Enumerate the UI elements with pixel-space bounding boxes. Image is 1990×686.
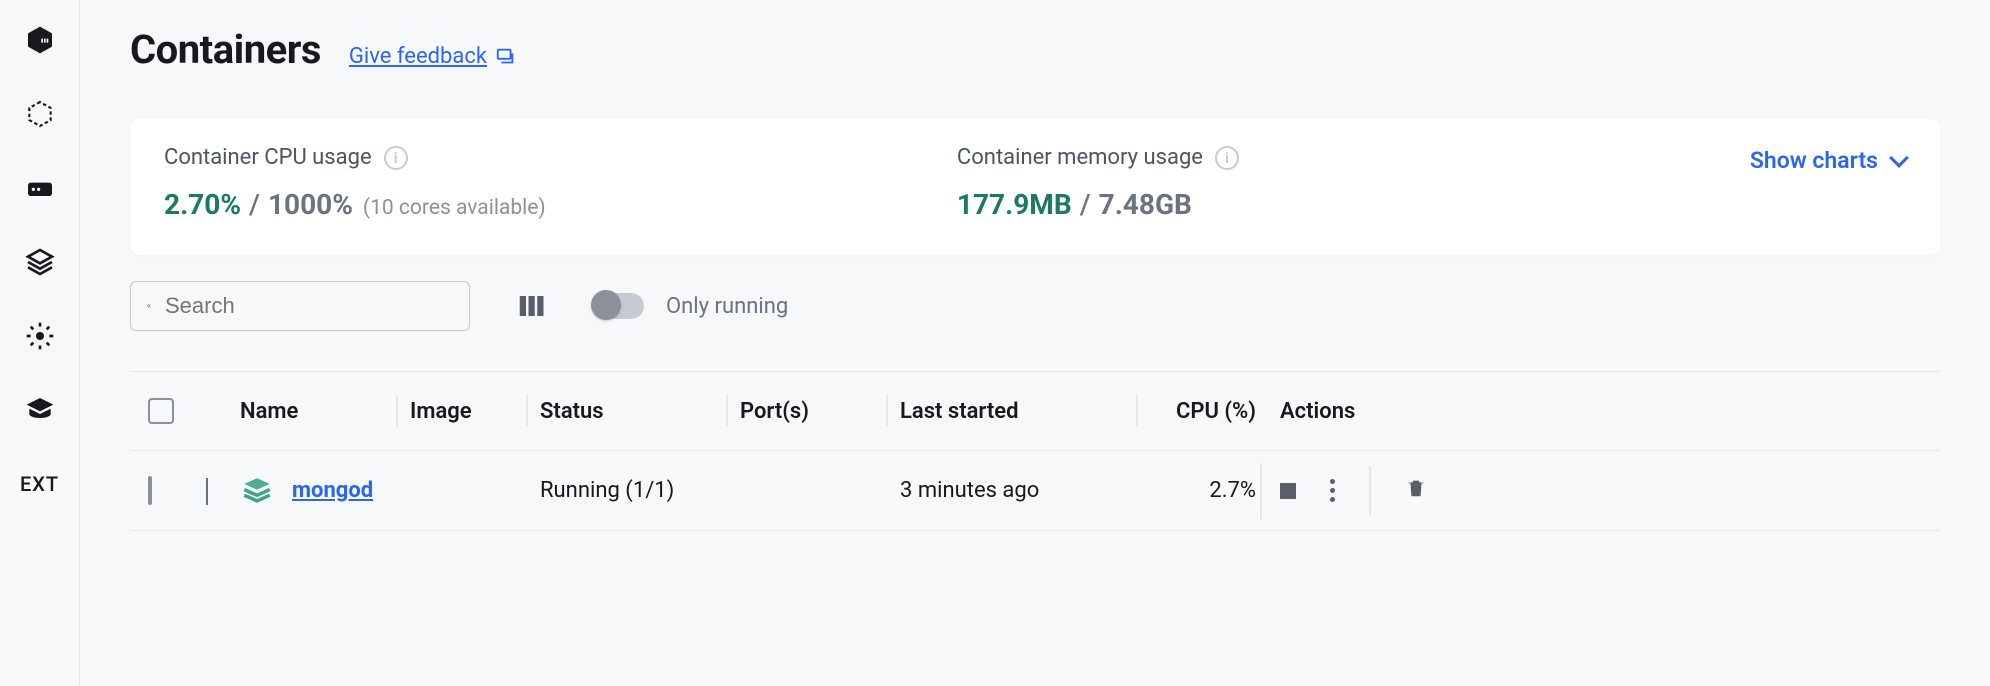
containers-table: Name Image Status Port(s) Last started C… xyxy=(130,371,1940,531)
info-icon[interactable]: i xyxy=(1215,146,1239,170)
th-ports[interactable]: Port(s) xyxy=(740,399,900,424)
cell-last-started: 3 minutes ago xyxy=(900,478,1150,503)
columns-button[interactable] xyxy=(516,291,546,321)
th-name[interactable]: Name xyxy=(240,399,410,424)
cell-status: Running (1/1) xyxy=(540,478,740,503)
mem-sep: / xyxy=(1080,188,1091,221)
show-charts-button[interactable]: Show charts xyxy=(1750,147,1906,174)
cpu-total: 1000% xyxy=(268,188,353,221)
th-image[interactable]: Image xyxy=(410,399,540,424)
info-icon[interactable]: i xyxy=(384,146,408,170)
give-feedback-link[interactable]: Give feedback xyxy=(349,44,517,69)
cell-actions xyxy=(1260,466,1490,516)
th-actions: Actions xyxy=(1260,399,1490,424)
feedback-icon xyxy=(495,46,517,68)
search-box[interactable] xyxy=(130,281,470,331)
columns-icon xyxy=(516,291,546,321)
actions-separator xyxy=(1369,466,1371,516)
table-row: mongod Running (1/1) 3 minutes ago 2.7% xyxy=(130,451,1940,531)
select-all-checkbox[interactable] xyxy=(148,398,174,424)
only-running-label: Only running xyxy=(666,294,788,319)
cpu-label: Container CPU usage xyxy=(164,145,372,170)
cpu-stat: Container CPU usage i 2.70% / 1000% (10 … xyxy=(164,145,957,221)
chevron-down-icon xyxy=(1889,148,1909,168)
search-input[interactable] xyxy=(165,293,453,319)
extensions-button[interactable]: EXT xyxy=(20,472,59,496)
search-icon xyxy=(147,294,151,318)
feedback-label: Give feedback xyxy=(349,44,487,69)
mem-stat: Container memory usage i 177.9MB / 7.48G… xyxy=(957,145,1750,221)
scout-icon[interactable] xyxy=(22,318,58,354)
only-running-toggle[interactable] xyxy=(592,293,644,319)
mem-label: Container memory usage xyxy=(957,145,1203,170)
containers-icon[interactable] xyxy=(22,22,58,58)
show-charts-label: Show charts xyxy=(1750,147,1878,174)
page-header: Containers Give feedback xyxy=(130,26,1940,73)
mem-total: 7.48GB xyxy=(1099,188,1192,221)
stop-button[interactable] xyxy=(1280,483,1296,499)
main-content: Containers Give feedback Container CPU u… xyxy=(80,0,1990,686)
only-running-toggle-group: Only running xyxy=(592,293,788,319)
controls-row: Only running xyxy=(130,281,1940,331)
sidebar: EXT xyxy=(0,0,80,686)
cpu-used: 2.70% xyxy=(164,188,241,221)
th-status[interactable]: Status xyxy=(540,399,740,424)
cpu-sep: / xyxy=(249,188,260,221)
delete-button[interactable] xyxy=(1405,475,1427,507)
stats-card: Container CPU usage i 2.70% / 1000% (10 … xyxy=(130,119,1940,255)
cell-cpu: 2.7% xyxy=(1150,478,1260,503)
expand-row-icon[interactable] xyxy=(206,478,208,505)
th-last-started[interactable]: Last started xyxy=(900,399,1150,424)
more-actions-button[interactable] xyxy=(1330,479,1335,502)
mem-used: 177.9MB xyxy=(957,188,1072,221)
page-title: Containers xyxy=(130,26,321,73)
cpu-sub: (10 cores available) xyxy=(363,196,546,220)
learning-center-icon[interactable] xyxy=(22,392,58,428)
dev-environments-icon[interactable] xyxy=(22,244,58,280)
table-header: Name Image Status Port(s) Last started C… xyxy=(130,371,1940,451)
stack-icon xyxy=(240,474,274,508)
toggle-knob xyxy=(591,290,621,320)
images-icon[interactable] xyxy=(22,96,58,132)
container-name-link[interactable]: mongod xyxy=(292,478,373,503)
volumes-icon[interactable] xyxy=(22,170,58,206)
row-checkbox[interactable] xyxy=(148,476,152,505)
th-cpu[interactable]: CPU (%) xyxy=(1150,399,1260,424)
